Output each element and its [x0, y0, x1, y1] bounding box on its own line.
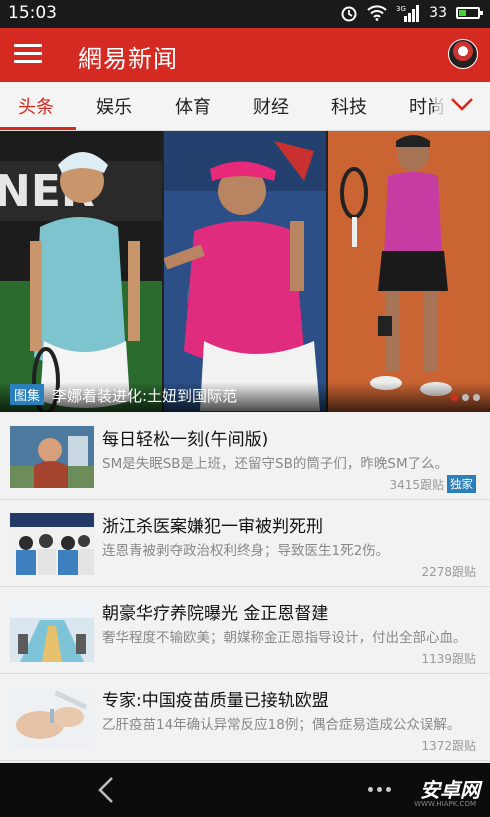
news-summary: 乙肝疫苗14年确认异常反应18例；偶合症易造成公众误解。: [102, 717, 461, 733]
more-options-button[interactable]: [368, 787, 391, 792]
chevron-down-icon: [451, 98, 473, 111]
hero-photo-1: NER: [0, 131, 162, 412]
avatar[interactable]: [448, 39, 478, 69]
channel-tabs: 头条 娱乐 体育 财经 科技 时尚: [0, 82, 490, 131]
news-headline: 朝豪华疗养院曝光 金正恩督建: [102, 604, 329, 624]
app-title: 網易新闻: [78, 45, 178, 73]
signal-icon: 3G: [396, 5, 420, 22]
active-tab-indicator: [0, 127, 76, 130]
news-headline: 浙江杀医案嫌犯一审被判死刑: [102, 517, 323, 537]
status-bar: 15:03 3G 33: [0, 0, 490, 28]
carousel-dot: [473, 394, 480, 401]
hero-photo-2: OP: [164, 131, 326, 412]
carousel-dot: [451, 394, 458, 401]
watermark-logo: 安卓网: [420, 778, 480, 802]
comment-count: 3415跟贴: [389, 477, 444, 492]
news-thumbnail: [10, 687, 94, 749]
news-thumbnail: [10, 513, 94, 575]
news-list: 每日轻松一刻(午间版) SM是失眠SB是上班，还留守SB的筒子们，昨晚SM了么。…: [0, 413, 490, 761]
gallery-badge: 图集: [10, 384, 45, 405]
hero-caption-bar: 图集 李娜着装进化:土妞到国际范: [0, 382, 490, 412]
hero-caption[interactable]: 李娜着装进化:土妞到国际范: [52, 385, 237, 406]
system-nav-bar: 安卓网 WWW.HIAPK.COM: [0, 763, 490, 817]
exclusive-badge: 独家: [447, 475, 476, 493]
chevron-left-icon: [98, 777, 113, 803]
news-summary: 连恩青被剥夺政治权利终身；导致医生1死2伤。: [102, 543, 390, 559]
back-button[interactable]: [96, 775, 116, 809]
news-meta: 1372跟贴: [421, 737, 476, 754]
news-meta: 3415跟贴 独家: [389, 475, 476, 493]
hero-photo-3: [328, 131, 490, 412]
battery-icon: [456, 7, 483, 19]
news-item[interactable]: 每日轻松一刻(午间版) SM是失眠SB是上班，还留守SB的筒子们，昨晚SM了么。…: [0, 413, 490, 500]
app-header: 網易新闻: [0, 28, 490, 82]
alarm-icon: [341, 6, 357, 22]
watermark-url: WWW.HIAPK.COM: [414, 800, 476, 808]
news-headline: 专家:中国疫苗质量已接轨欧盟: [102, 691, 329, 711]
status-time: 15:03: [8, 3, 57, 23]
svg-text:3G: 3G: [396, 5, 406, 13]
news-item[interactable]: 浙江杀医案嫌犯一审被判死刑 连恩青被剥夺政治权利终身；导致医生1死2伤。 227…: [0, 500, 490, 587]
comment-count: 2278跟贴: [421, 565, 476, 579]
comment-count: 1139跟贴: [421, 652, 476, 666]
news-meta: 1139跟贴: [421, 650, 476, 667]
tab-finance[interactable]: 财经: [253, 93, 289, 119]
expand-tabs-button[interactable]: [434, 82, 490, 130]
carousel-dots: [451, 394, 480, 401]
tab-headlines[interactable]: 头条: [18, 93, 54, 119]
tab-sports[interactable]: 体育: [175, 93, 211, 119]
menu-button[interactable]: [14, 44, 42, 66]
news-thumbnail: [10, 426, 94, 488]
carousel-dot: [462, 394, 469, 401]
news-headline: 每日轻松一刻(午间版): [102, 430, 269, 450]
tab-entertainment[interactable]: 娱乐: [96, 93, 132, 119]
news-summary: SM是失眠SB是上班，还留守SB的筒子们，昨晚SM了么。: [102, 456, 449, 472]
news-thumbnail: [10, 600, 94, 662]
news-summary: 奢华程度不输欧美；朝媒称金正恩指导设计，付出全部心血。: [102, 630, 467, 646]
status-icons: 3G 33: [340, 4, 483, 22]
news-item[interactable]: 专家:中国疫苗质量已接轨欧盟 乙肝疫苗14年确认异常反应18例；偶合症易造成公众…: [0, 674, 490, 761]
news-item[interactable]: 朝豪华疗养院曝光 金正恩督建 奢华程度不输欧美；朝媒称金正恩指导设计，付出全部心…: [0, 587, 490, 674]
tab-tech[interactable]: 科技: [331, 93, 367, 119]
hero-carousel[interactable]: NER OP: [0, 131, 490, 412]
battery-percent: 33: [429, 5, 447, 21]
wifi-icon: [367, 5, 387, 21]
comment-count: 1372跟贴: [421, 739, 476, 753]
news-meta: 2278跟贴: [421, 563, 476, 580]
